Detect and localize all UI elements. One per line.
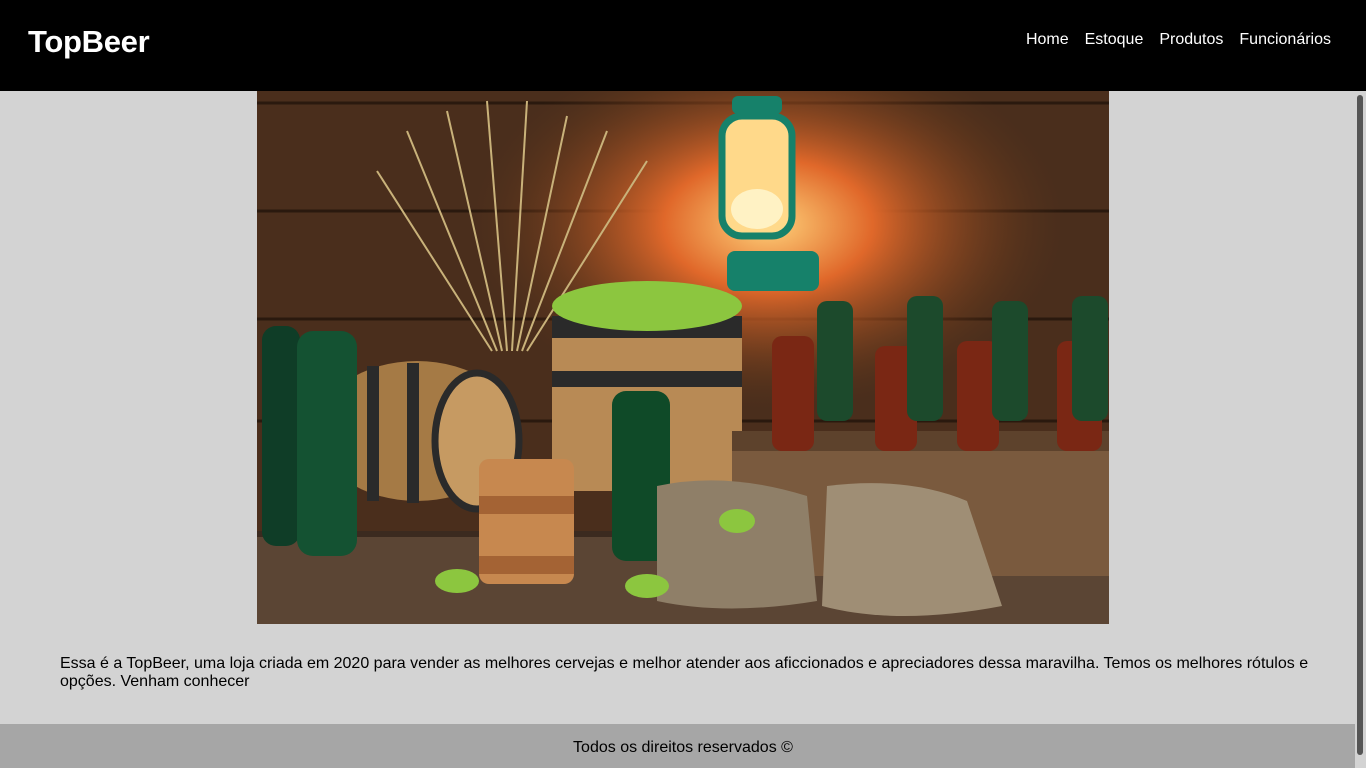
main-nav: Home Estoque Produtos Funcionários: [1026, 31, 1331, 49]
scrollbar-thumb[interactable]: [1357, 95, 1363, 755]
brand-logo[interactable]: TopBeer: [28, 24, 150, 60]
nav-link-home[interactable]: Home: [1026, 31, 1069, 49]
hero-image: [257, 91, 1109, 624]
nav-link-produtos[interactable]: Produtos: [1159, 31, 1223, 49]
nav-link-funcionarios[interactable]: Funcionários: [1239, 31, 1331, 49]
footer: Todos os direitos reservados ©: [0, 724, 1366, 768]
nav-link-estoque[interactable]: Estoque: [1085, 31, 1144, 49]
copyright-text: Todos os direitos reservados ©: [573, 739, 793, 756]
beer-still-life-illustration: [257, 91, 1109, 624]
intro-paragraph: Essa é a TopBeer, uma loja criada em 202…: [60, 655, 1309, 690]
vertical-scrollbar[interactable]: [1355, 91, 1366, 768]
navbar: TopBeer Home Estoque Produtos Funcionári…: [0, 0, 1366, 91]
